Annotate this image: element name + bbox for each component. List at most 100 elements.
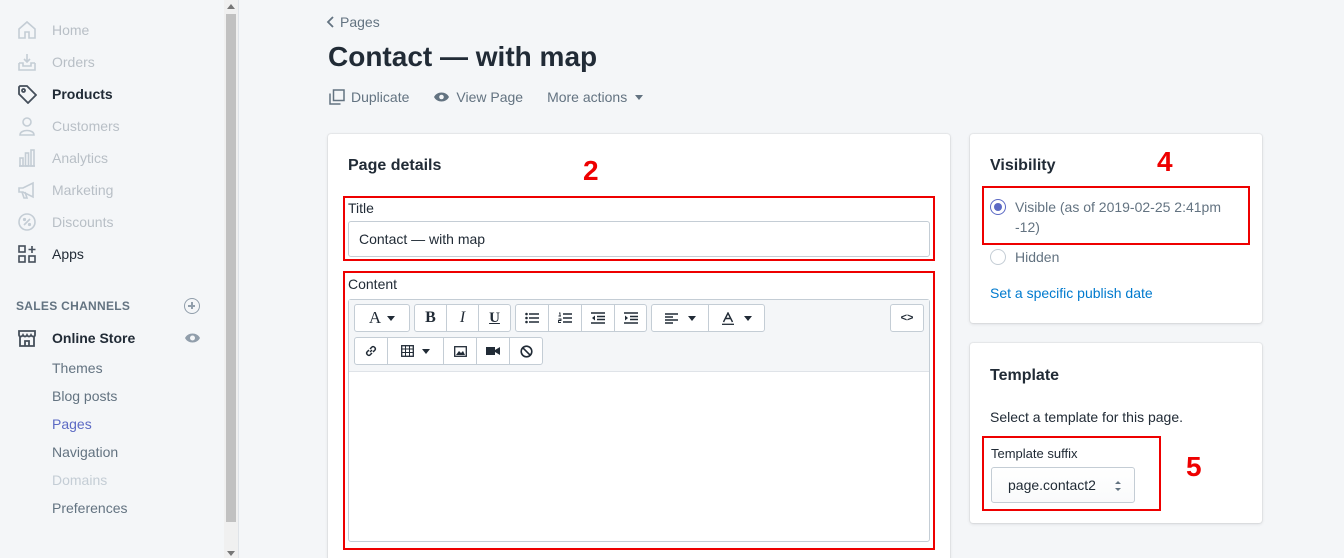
caret-down-icon bbox=[422, 348, 430, 354]
underline-icon: U bbox=[489, 309, 500, 326]
bold-icon: B bbox=[425, 309, 436, 326]
person-icon bbox=[16, 115, 38, 137]
orders-icon bbox=[16, 51, 38, 73]
html-toggle-button[interactable]: <> bbox=[890, 304, 924, 332]
annotation-label-5: 5 bbox=[1186, 451, 1202, 482]
underline-button[interactable]: U bbox=[479, 305, 510, 331]
font-style-dropdown[interactable]: A bbox=[354, 304, 410, 332]
visibility-heading: Visibility bbox=[990, 157, 1056, 174]
italic-icon: I bbox=[459, 309, 466, 326]
view-store-eye-icon[interactable] bbox=[184, 332, 201, 344]
bulleted-list-button[interactable] bbox=[516, 305, 549, 331]
title-label: Title bbox=[348, 200, 374, 216]
text-color-dropdown[interactable] bbox=[709, 305, 764, 331]
duplicate-button[interactable]: Duplicate bbox=[329, 89, 409, 105]
image-icon bbox=[453, 345, 467, 357]
sidebar-item-analytics[interactable]: Analytics bbox=[16, 146, 108, 170]
rich-text-editor[interactable]: A B I U <> bbox=[348, 299, 930, 542]
annotation-label-2: 2 bbox=[583, 155, 599, 186]
home-icon bbox=[16, 19, 38, 41]
scroll-up-icon[interactable] bbox=[227, 4, 235, 9]
visible-radio[interactable] bbox=[990, 199, 1006, 215]
numbered-list-button[interactable] bbox=[549, 305, 582, 331]
clear-formatting-icon bbox=[519, 344, 533, 358]
set-publish-date-link[interactable]: Set a specific publish date bbox=[990, 285, 1153, 301]
indent-button[interactable] bbox=[615, 305, 646, 331]
sidebar-item-marketing[interactable]: Marketing bbox=[16, 178, 113, 202]
page-actions: Duplicate View Page More actions bbox=[329, 89, 667, 105]
store-icon bbox=[16, 327, 38, 349]
chevron-left-icon bbox=[326, 16, 334, 28]
caret-down-icon bbox=[687, 315, 696, 321]
view-page-button[interactable]: View Page bbox=[433, 89, 523, 105]
insert-group bbox=[354, 337, 543, 365]
title-input[interactable]: Contact — with map bbox=[348, 221, 930, 257]
more-actions-label: More actions bbox=[547, 89, 628, 105]
sidebar-item-apps[interactable]: Apps bbox=[16, 242, 84, 266]
outdent-icon bbox=[591, 312, 605, 324]
outdent-button[interactable] bbox=[582, 305, 615, 331]
insert-table-dropdown[interactable] bbox=[388, 338, 444, 364]
code-icon: <> bbox=[900, 312, 914, 324]
editor-toolbar: A B I U <> bbox=[349, 300, 929, 372]
select-arrows-icon bbox=[1115, 481, 1121, 491]
text-format-group: B I U bbox=[414, 304, 511, 332]
sidebar-item-home[interactable]: Home bbox=[16, 18, 89, 42]
align-left-icon bbox=[664, 312, 678, 324]
bar-chart-icon bbox=[16, 147, 38, 169]
annotation-label-4: 4 bbox=[1157, 146, 1173, 177]
megaphone-icon bbox=[16, 179, 38, 201]
page-details-heading: Page details bbox=[348, 157, 442, 174]
sidebar-scrollbar[interactable] bbox=[224, 0, 238, 558]
indent-icon bbox=[623, 312, 638, 324]
sidebar-item-label: Customers bbox=[52, 118, 120, 134]
insert-image-button[interactable] bbox=[444, 338, 477, 364]
font-style-button[interactable]: A bbox=[355, 305, 409, 331]
content-label: Content bbox=[348, 276, 398, 292]
scroll-down-icon[interactable] bbox=[227, 551, 235, 556]
apps-icon bbox=[16, 243, 38, 265]
sidebar-item-orders[interactable]: Orders bbox=[16, 50, 95, 74]
sidebar-item-label: Marketing bbox=[52, 182, 114, 198]
sidebar-sub-item-blog-posts[interactable]: Blog posts bbox=[52, 388, 117, 404]
insert-link-button[interactable] bbox=[355, 338, 388, 364]
tag-icon bbox=[16, 83, 38, 105]
sidebar-sub-item-domains[interactable]: Domains bbox=[52, 472, 107, 488]
text-color-icon bbox=[721, 311, 734, 325]
add-channel-icon[interactable] bbox=[184, 298, 200, 314]
italic-button[interactable]: I bbox=[447, 305, 479, 331]
sidebar-item-label: Apps bbox=[52, 246, 84, 262]
sidebar-item-products[interactable]: Products bbox=[16, 82, 113, 106]
clear-formatting-button[interactable] bbox=[510, 338, 542, 364]
sidebar-item-online-store[interactable]: Online Store bbox=[16, 326, 135, 350]
sidebar-item-customers[interactable]: Customers bbox=[16, 114, 120, 138]
breadcrumb-label: Pages bbox=[340, 14, 380, 30]
font-style-icon: A bbox=[368, 308, 382, 327]
view-page-label: View Page bbox=[456, 89, 524, 105]
sidebar-sub-item-themes[interactable]: Themes bbox=[52, 360, 103, 376]
caret-down-icon bbox=[743, 315, 752, 321]
sidebar-sub-item-navigation[interactable]: Navigation bbox=[52, 444, 118, 460]
list-group bbox=[515, 304, 647, 332]
more-actions-button[interactable]: More actions bbox=[547, 89, 644, 105]
sidebar-sub-item-pages[interactable]: Pages bbox=[52, 416, 92, 432]
template-suffix-select[interactable]: page.contact2 bbox=[991, 467, 1135, 503]
bold-button[interactable]: B bbox=[415, 305, 447, 331]
eye-icon bbox=[434, 92, 450, 102]
hidden-radio[interactable] bbox=[990, 249, 1006, 265]
insert-video-button[interactable] bbox=[477, 338, 510, 364]
table-icon bbox=[401, 345, 414, 357]
sidebar: Home Orders Products Customers Analytics… bbox=[0, 0, 224, 558]
caret-down-icon bbox=[635, 94, 644, 100]
bulleted-list-icon bbox=[525, 312, 539, 324]
breadcrumb[interactable]: Pages bbox=[326, 14, 380, 30]
template-description: Select a template for this page. bbox=[990, 409, 1183, 425]
video-icon bbox=[486, 347, 500, 355]
hidden-radio-label: Hidden bbox=[1015, 249, 1060, 265]
align-dropdown[interactable] bbox=[652, 305, 709, 331]
sales-channels-heading: SALES CHANNELS bbox=[16, 299, 131, 313]
sidebar-item-discounts[interactable]: Discounts bbox=[16, 210, 113, 234]
sidebar-sub-item-preferences[interactable]: Preferences bbox=[52, 500, 127, 516]
sidebar-item-label: Discounts bbox=[52, 214, 114, 230]
scrollbar-thumb[interactable] bbox=[226, 14, 236, 522]
